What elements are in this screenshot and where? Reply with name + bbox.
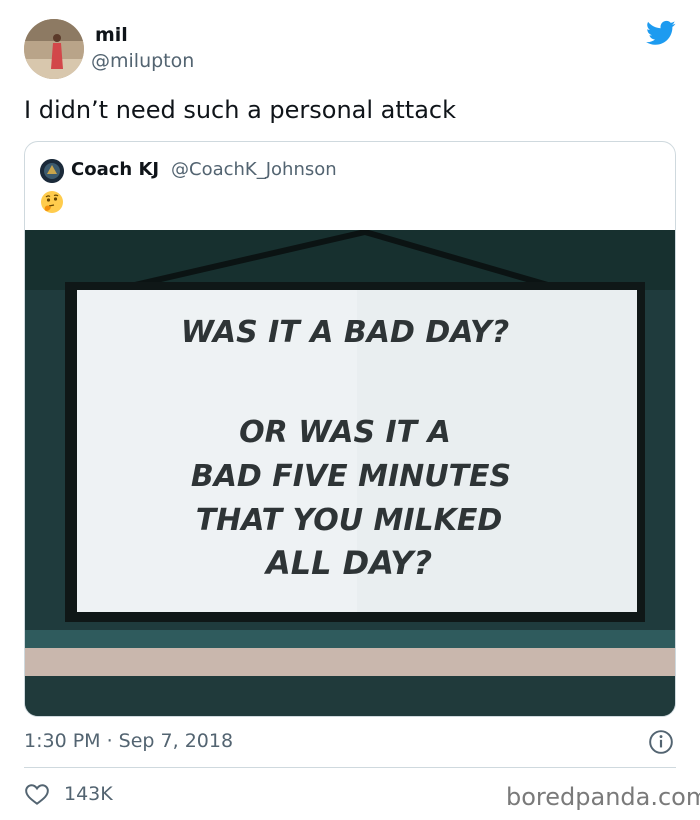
quoted-author-name[interactable]: Coach KJ (71, 159, 159, 180)
tweet-timestamp[interactable]: 1:30 PM · Sep 7, 2018 (24, 730, 233, 752)
divider (24, 767, 676, 768)
thinking-face-emoji-icon (41, 191, 63, 213)
twitter-bird-icon[interactable] (644, 18, 678, 48)
sign-line-4: THAT YOU MILKED (196, 503, 503, 538)
watermark: boredpanda.com (506, 783, 700, 811)
heart-icon[interactable] (24, 782, 50, 808)
info-icon[interactable] (648, 729, 674, 755)
quoted-author-avatar[interactable] (40, 159, 64, 183)
tweet-text: I didn’t need such a personal attack (24, 96, 457, 124)
sign-line-2: OR WAS IT A (239, 415, 451, 450)
quoted-tweet-image[interactable]: WAS IT A BAD DAY? OR WAS IT A BAD FIVE M… (25, 230, 676, 717)
author-avatar[interactable] (24, 19, 84, 79)
sign-line-5: ALL DAY? (263, 544, 432, 582)
author-handle[interactable]: @milupton (91, 50, 194, 72)
quoted-author-handle[interactable]: @CoachK_Johnson (171, 159, 337, 180)
like-count[interactable]: 143K (64, 783, 113, 805)
author-name[interactable]: mil (95, 24, 128, 46)
sign-line-1: WAS IT A BAD DAY? (181, 315, 509, 350)
quoted-tweet-card[interactable]: Coach KJ @CoachK_Johnson WAS IT A BAD DA… (24, 141, 676, 717)
sign-line-3: BAD FIVE MINUTES (191, 459, 511, 494)
